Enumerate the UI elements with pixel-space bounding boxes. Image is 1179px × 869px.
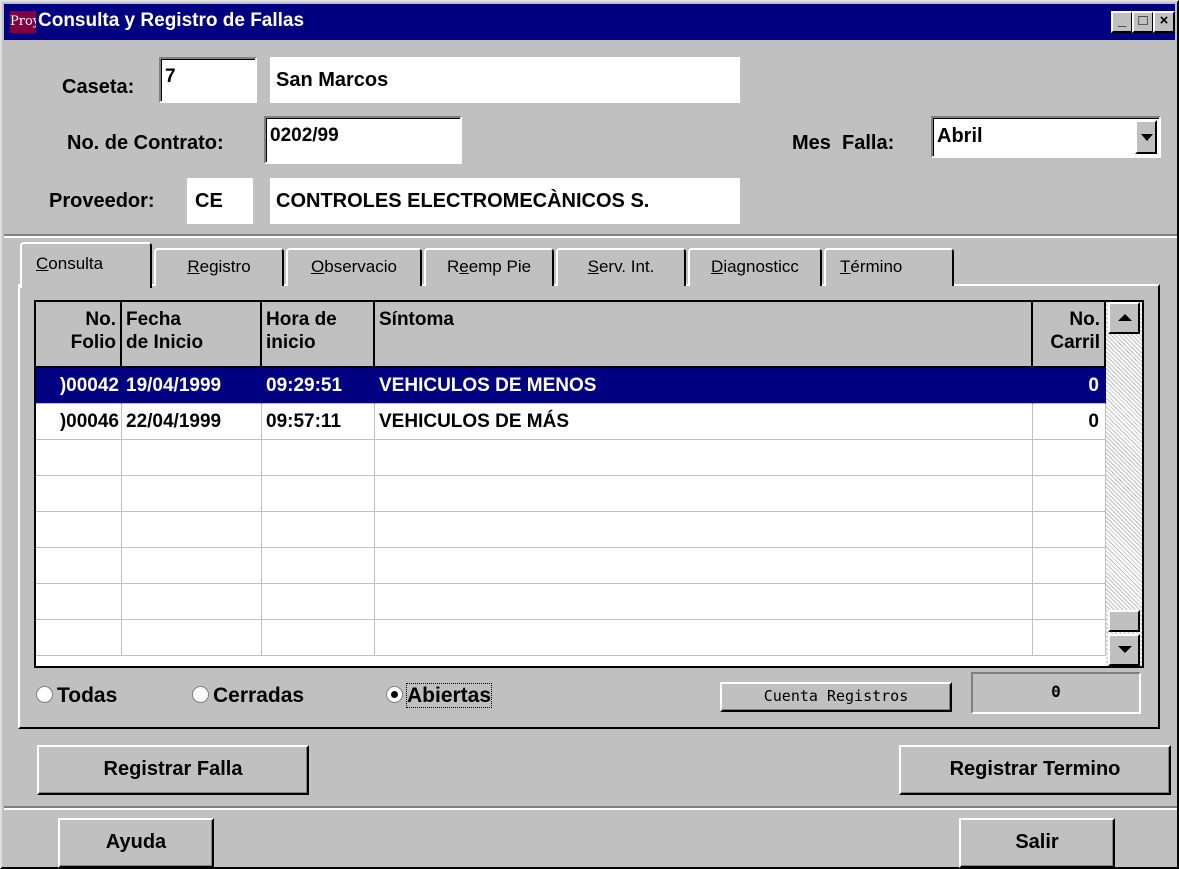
maximize-button[interactable]: □: [1132, 11, 1154, 33]
radio-icon: [192, 685, 209, 703]
cell-folio: )00042: [36, 368, 122, 404]
scroll-thumb[interactable]: [1108, 610, 1140, 632]
empty-cell: [36, 476, 122, 512]
cell-fecha: 22/04/1999: [122, 404, 262, 440]
empty-cell: [375, 440, 1033, 476]
empty-cell: [262, 584, 375, 620]
app-icon: Proy: [10, 11, 36, 33]
window-title: Consulta y Registro de Fallas: [38, 10, 305, 31]
scroll-down-icon[interactable]: [1108, 634, 1140, 666]
empty-cell: [36, 440, 122, 476]
empty-cell: [36, 620, 122, 656]
tab-serv-int[interactable]: Serv. Int.: [556, 248, 686, 286]
cell-hora: 09:57:11: [262, 404, 375, 440]
empty-cell: [122, 512, 262, 548]
chevron-down-icon[interactable]: [1135, 120, 1157, 154]
contrato-input[interactable]: 0202/99: [264, 116, 462, 164]
registrar-falla-button[interactable]: Registrar Falla: [37, 745, 309, 795]
caseta-input[interactable]: 7: [159, 57, 257, 103]
cell-carril: 0: [1033, 368, 1106, 404]
empty-cell: [375, 620, 1033, 656]
scroll-up-icon[interactable]: [1108, 302, 1140, 334]
tab-registro[interactable]: Registro: [154, 248, 284, 286]
radio-cerradas[interactable]: Cerradas: [192, 684, 304, 708]
cell-fecha: 19/04/1999: [122, 368, 262, 404]
caseta-label: Caseta:: [62, 76, 135, 98]
col-header-carril[interactable]: No. Carril: [1033, 302, 1106, 368]
ayuda-button[interactable]: Ayuda: [58, 818, 214, 868]
mes-falla-value: Abril: [937, 125, 983, 147]
radio-selected-icon: [386, 685, 403, 703]
tab-termino[interactable]: Término: [824, 248, 954, 286]
record-count: 0: [971, 672, 1141, 714]
empty-cell: [1033, 620, 1106, 656]
empty-cell: [262, 440, 375, 476]
registrar-termino-button[interactable]: Registrar Termino: [899, 745, 1171, 795]
tab-observacion[interactable]: Observacio: [286, 248, 422, 286]
empty-cell: [36, 548, 122, 584]
empty-cell: [375, 584, 1033, 620]
empty-cell: [375, 512, 1033, 548]
empty-cell: [1033, 512, 1106, 548]
mes-falla-select[interactable]: Abril: [931, 116, 1161, 158]
cell-sintoma: VEHICULOS DE MENOS: [375, 368, 1033, 404]
tab-consulta[interactable]: Consulta: [20, 242, 152, 288]
minimize-button[interactable]: _: [1111, 11, 1133, 33]
fallas-table[interactable]: No. Folio Fecha de Inicio Hora de inicio Sí…: [34, 300, 1144, 668]
empty-cell: [36, 584, 122, 620]
proveedor-code-field: CE: [187, 178, 253, 224]
separator: [4, 234, 1177, 238]
salir-button[interactable]: Salir: [959, 818, 1115, 868]
empty-cell: [262, 620, 375, 656]
proveedor-label: Proveedor:: [49, 190, 155, 212]
empty-cell: [122, 620, 262, 656]
empty-cell: [122, 440, 262, 476]
close-button[interactable]: ×: [1153, 11, 1175, 33]
cell-hora: 09:29:51: [262, 368, 375, 404]
empty-cell: [122, 548, 262, 584]
vertical-scrollbar[interactable]: [1106, 302, 1142, 666]
empty-cell: [122, 476, 262, 512]
cuenta-registros-button[interactable]: Cuenta Registros: [720, 682, 952, 712]
empty-cell: [262, 548, 375, 584]
radio-icon: [36, 685, 53, 703]
main-window: Proy Consulta y Registro de Fallas _ □ ×…: [0, 0, 1179, 869]
empty-cell: [1033, 440, 1106, 476]
empty-cell: [122, 584, 262, 620]
empty-cell: [262, 476, 375, 512]
caseta-name-field: San Marcos: [270, 57, 740, 103]
col-header-folio[interactable]: No. Folio: [36, 302, 122, 368]
empty-cell: [262, 512, 375, 548]
proveedor-name-field: CONTROLES ELECTROMECÀNICOS S.: [270, 178, 740, 224]
col-header-fecha[interactable]: Fecha de Inicio: [122, 302, 262, 368]
empty-cell: [36, 512, 122, 548]
title-bar[interactable]: Proy Consulta y Registro de Fallas _ □ ×: [4, 4, 1175, 40]
empty-cell: [375, 476, 1033, 512]
col-header-sintoma[interactable]: Síntoma: [375, 302, 1033, 368]
empty-cell: [375, 548, 1033, 584]
empty-cell: [1033, 476, 1106, 512]
empty-cell: [1033, 584, 1106, 620]
cell-folio: )00046: [36, 404, 122, 440]
radio-abiertas[interactable]: Abiertas: [386, 683, 493, 708]
radio-todas[interactable]: Todas: [36, 684, 117, 708]
empty-cell: [1033, 548, 1106, 584]
contrato-label: No. de Contrato:: [67, 132, 224, 154]
tab-diagnostico[interactable]: Diagnosticc: [688, 248, 822, 286]
tab-reemp-pie[interactable]: Reemp Pie: [424, 248, 554, 286]
cell-sintoma: VEHICULOS DE MÁS: [375, 404, 1033, 440]
mes-falla-label: Mes Falla:: [792, 132, 895, 154]
col-header-hora[interactable]: Hora de inicio: [262, 302, 375, 368]
cell-carril: 0: [1033, 404, 1106, 440]
separator: [4, 806, 1177, 810]
